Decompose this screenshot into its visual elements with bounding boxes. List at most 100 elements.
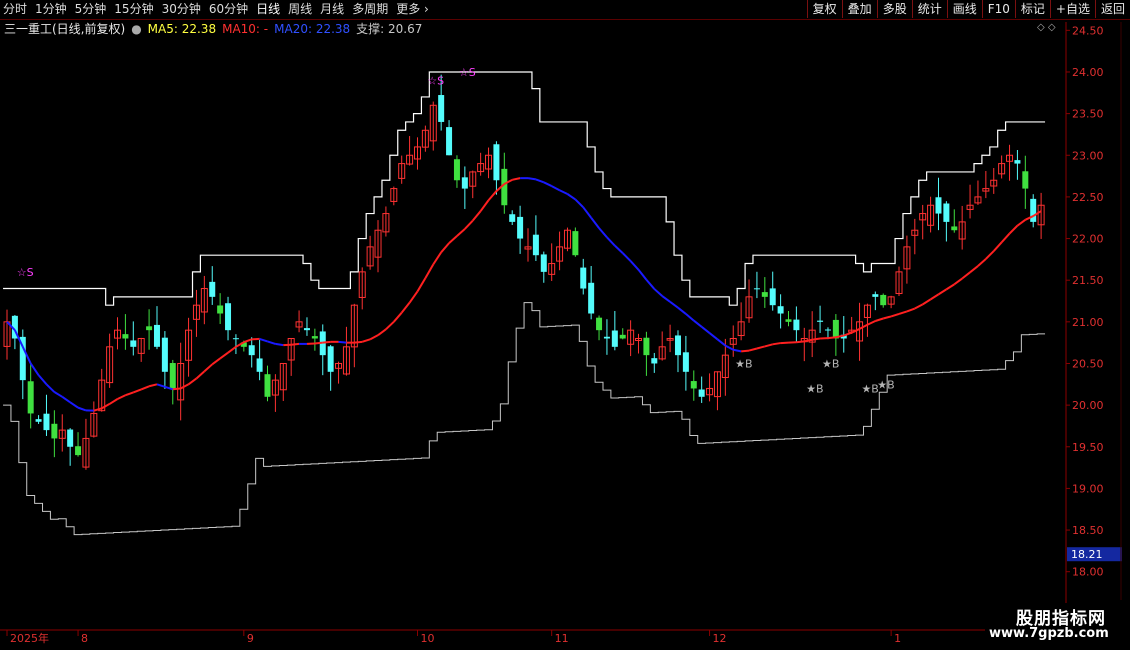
- candle-body-27: [217, 305, 224, 314]
- ma20-seg-119: [937, 288, 947, 296]
- settings-icon[interactable]: ●: [131, 21, 141, 37]
- candle-body-55: [438, 95, 445, 122]
- candle-body-129: [1022, 171, 1029, 189]
- ma20-seg-102: [804, 338, 813, 343]
- toolbar-button-2[interactable]: 多股: [876, 0, 912, 18]
- candle-body-58: [461, 177, 468, 189]
- y-tick-label-11: 23.00: [1072, 149, 1104, 162]
- ma20-seg-9: [69, 401, 79, 409]
- toolbar-button-6[interactable]: 标记: [1014, 0, 1050, 18]
- diamond-icons[interactable]: ◇ ◇: [1037, 22, 1056, 33]
- ma20-seg-54: [424, 263, 435, 279]
- ma20-seg-47: [369, 334, 379, 341]
- ma20-seg-35: [275, 342, 284, 347]
- toolbar-button-5[interactable]: F10: [981, 0, 1015, 18]
- ma20-seg-51: [400, 302, 411, 314]
- ma20-seg-65: [512, 177, 521, 181]
- x-label-0: 2025年: [10, 631, 49, 645]
- ma20-seg-74: [582, 206, 592, 219]
- ma20-seg-59: [464, 219, 474, 230]
- y-tick-label-1: 18.00: [1072, 566, 1104, 579]
- toolbar-button-8[interactable]: 返回: [1094, 0, 1130, 18]
- tab-7[interactable]: 周线: [285, 0, 317, 19]
- ma20-seg-80: [629, 260, 640, 271]
- ma20-seg-24: [187, 377, 198, 386]
- ma20-seg-121: [953, 277, 963, 286]
- ma20-seg-87: [685, 313, 695, 322]
- ma20-seg-53: [416, 277, 427, 292]
- ma20-seg-113: [890, 312, 900, 318]
- candle-body-119: [943, 203, 950, 222]
- y-tick-label-9: 22.00: [1072, 233, 1104, 246]
- tab-9[interactable]: 多周期: [349, 0, 393, 19]
- ma20-seg-31: [243, 338, 253, 344]
- ma20-seg-112: [882, 315, 892, 320]
- signal-0: ☆S: [17, 266, 34, 279]
- candle-body-3: [27, 381, 34, 414]
- tab-4[interactable]: 30分钟: [159, 0, 206, 19]
- toolbar-button-1[interactable]: 叠加: [841, 0, 877, 18]
- ma20-seg-67: [527, 177, 537, 181]
- ma20-seg-18: [140, 385, 150, 391]
- candle-body-9: [75, 446, 82, 456]
- ma20-seg-68: [535, 178, 545, 184]
- toolbar-button-7[interactable]: +自选: [1049, 0, 1095, 18]
- toolbar-button-0[interactable]: 复权: [806, 0, 842, 18]
- ma20-seg-43: [338, 340, 347, 344]
- candle-body-103: [817, 320, 824, 322]
- candle-body-85: [674, 335, 681, 356]
- candle-body-18: [146, 326, 153, 331]
- candle-body-41: [327, 346, 334, 372]
- candle-body-111: [880, 294, 887, 306]
- resistance-line: [3, 71, 1046, 306]
- ma20-seg-78: [614, 244, 624, 254]
- tab-6[interactable]: 日线: [253, 0, 285, 19]
- ma20-seg-103: [812, 337, 821, 341]
- ma20-seg-7: [53, 391, 63, 398]
- ma20-seg-126: [993, 241, 1003, 252]
- toolbar-button-3[interactable]: 统计: [911, 0, 947, 18]
- candle-body-26: [209, 281, 216, 297]
- ma20-seg-129: [1016, 219, 1026, 227]
- signal-1: ☆S: [427, 74, 444, 87]
- tab-10[interactable]: 更多 ›: [393, 0, 434, 19]
- toolbar: 分时 1分钟 5分钟 15分钟 30分钟 60分钟 日线 周线 月线 多周期 更多 › 复权 叠加 多股…: [0, 0, 1130, 20]
- tab-1[interactable]: 1分钟: [32, 0, 72, 19]
- candle-body-16: [130, 340, 137, 347]
- ma20-seg-127: [1000, 232, 1011, 243]
- toolbar-button-4[interactable]: 画线: [946, 0, 982, 18]
- ma20-seg-95: [748, 347, 758, 352]
- ma20-seg-61: [479, 199, 490, 212]
- ma20-seg-120: [945, 283, 955, 291]
- candle-body-76: [603, 336, 610, 339]
- candle-body-104: [824, 329, 831, 331]
- ma20-seg-128: [1008, 224, 1019, 235]
- ma20-seg-28: [219, 351, 229, 360]
- ma20-seg-46: [361, 338, 371, 343]
- tab-5[interactable]: 60分钟: [206, 0, 253, 19]
- tab-2[interactable]: 5分钟: [72, 0, 112, 19]
- signal-7: ★B: [877, 378, 894, 391]
- kline-chart[interactable]: 17.5018.0018.5019.0019.5020.0020.5021.00…: [0, 0, 1130, 650]
- ma20-seg-52: [408, 290, 419, 304]
- tab-8[interactable]: 月线: [317, 0, 349, 19]
- x-label-4: 11: [555, 632, 569, 645]
- tab-3[interactable]: 15分钟: [111, 0, 158, 19]
- candle-body-82: [651, 358, 658, 364]
- y-tick-label-3: 19.00: [1072, 482, 1104, 495]
- ma20-seg-33: [259, 337, 268, 343]
- ma20-seg-20: [156, 383, 166, 388]
- signal-5: ★B: [822, 358, 839, 371]
- signal-3: ★B: [735, 358, 752, 371]
- candle-body-86: [682, 352, 689, 372]
- stock-title[interactable]: 三一重工(日线,前复权): [4, 21, 125, 37]
- candle-body-5: [43, 413, 50, 431]
- y-tick-label-6: 20.50: [1072, 357, 1104, 370]
- ma20-seg-77: [606, 236, 616, 247]
- tab-0[interactable]: 分时: [0, 0, 32, 19]
- ma20-seg-105: [827, 336, 836, 340]
- ma20-seg-56: [440, 242, 450, 253]
- y-tick-label-2: 18.50: [1072, 524, 1104, 537]
- price-label-text: 18.21: [1071, 548, 1103, 561]
- ma20-seg-97: [764, 343, 773, 348]
